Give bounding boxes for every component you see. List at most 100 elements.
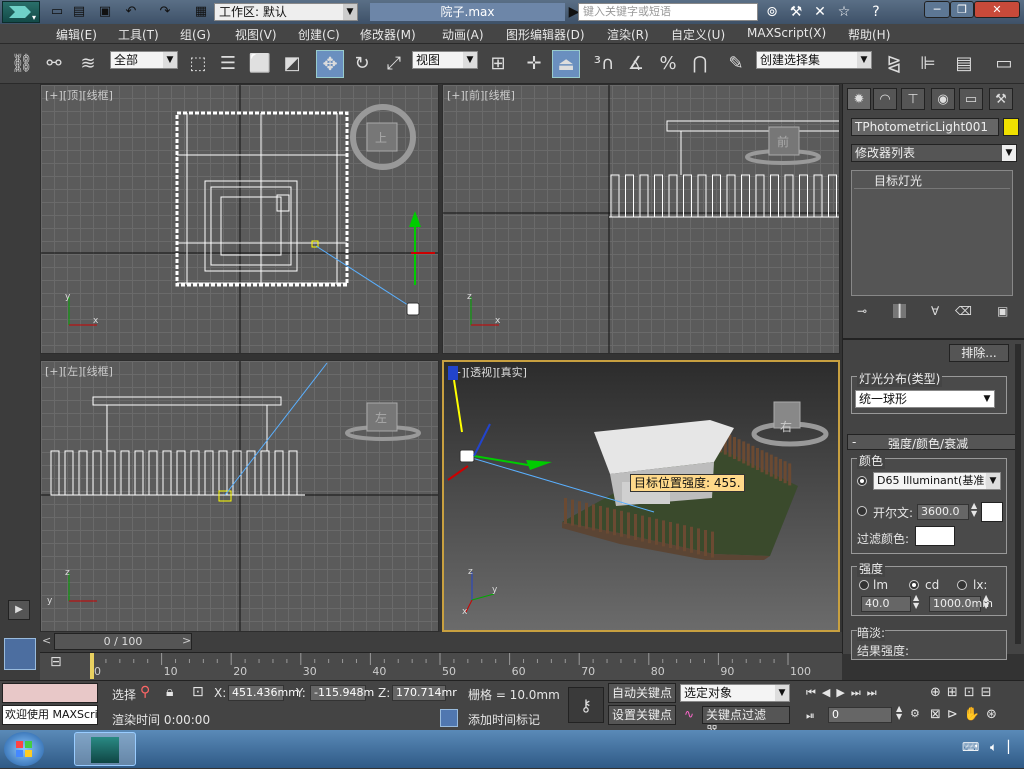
layer-manager-icon[interactable]: ▤ <box>950 50 978 78</box>
menu-group[interactable]: 组(G) <box>180 26 211 43</box>
auto-key-button[interactable]: 自动关键点 <box>608 683 676 703</box>
tab-create-icon[interactable]: ✹ <box>847 88 871 110</box>
menu-rendering[interactable]: 渲染(R) <box>607 26 649 43</box>
menu-tools[interactable]: 工具(T) <box>118 26 159 43</box>
pivot-center-icon[interactable]: ⊞ <box>484 50 512 78</box>
unlink-icon[interactable]: ⚯ <box>40 50 68 78</box>
angle-snap-icon[interactable]: ∡ <box>622 50 650 78</box>
menu-create[interactable]: 创建(C) <box>298 26 340 43</box>
time-tag-icon[interactable] <box>440 709 458 727</box>
window-crossing-icon[interactable]: ◩ <box>278 50 306 78</box>
align-icon[interactable]: ⊫ <box>914 50 942 78</box>
panel-scrollbar[interactable] <box>1015 344 1021 644</box>
app-logo-button[interactable]: ▾ <box>2 1 40 23</box>
cd-radio[interactable] <box>909 580 919 590</box>
color-preset-select[interactable]: D65 Illuminant(基准白 ▼ <box>873 472 1001 490</box>
menu-edit[interactable]: 编辑(E) <box>56 26 97 43</box>
viewport-top[interactable]: [+][顶][线框] y x 上 <box>40 84 439 354</box>
show-end-result-icon[interactable]: ┃ <box>893 304 907 318</box>
select-rotate-icon[interactable]: ↻ <box>348 50 376 78</box>
z-coord-field[interactable]: 170.714mr <box>392 685 457 701</box>
minimize-button[interactable]: ─ <box>924 1 950 18</box>
set-key-button[interactable]: 设置关键点 <box>608 705 676 725</box>
communication-icon[interactable]: ✕ <box>810 3 830 21</box>
volume-tray-icon[interactable]: 🔈︎ <box>990 740 997 755</box>
filter-color-swatch[interactable] <box>915 526 955 546</box>
key-filters-button[interactable]: 关键点过滤器... <box>702 706 790 738</box>
remove-modifier-icon[interactable]: ⌫ <box>955 304 972 318</box>
link-icon[interactable]: ⛓ <box>8 50 36 78</box>
time-prev-arrow-icon[interactable]: < <box>42 634 54 650</box>
frame-spinner-icon[interactable]: ▲ ▼ <box>896 705 902 721</box>
key-mode-toggle-icon[interactable]: ⏯ <box>806 709 815 723</box>
open-file-icon[interactable]: ▤ <box>70 3 88 21</box>
key-mode-select[interactable]: 选定对象 ▼ <box>680 684 790 702</box>
stack-item-target-light[interactable]: 目标灯光 <box>854 173 1010 189</box>
ref-coord-select[interactable]: 视图 ▼ <box>412 51 478 69</box>
menu-views[interactable]: 视图(V) <box>235 26 277 43</box>
y-coord-field[interactable]: -115.948m <box>310 685 374 701</box>
tab-display-icon[interactable]: ▭ <box>959 88 983 110</box>
undo-icon[interactable]: ↶ <box>122 3 140 21</box>
viewport-left[interactable]: [+][左][线框] z y 左 <box>40 360 439 632</box>
navigation-controls-icon[interactable]: ⊠⊳✋⊛ <box>930 707 1003 722</box>
maxscript-listener-mini[interactable] <box>2 683 98 703</box>
start-button[interactable] <box>4 732 44 766</box>
playback-controls-icon[interactable]: ⏮◀▶⏭⏭ <box>806 686 883 700</box>
object-color-swatch[interactable] <box>1003 118 1019 136</box>
lm-radio[interactable] <box>859 580 869 590</box>
expand-play-icon[interactable]: ▶ <box>8 600 30 620</box>
add-time-tag-button[interactable]: 添加时间标记 <box>468 711 540 728</box>
save-icon[interactable]: ▣ <box>96 3 114 21</box>
close-button[interactable]: ✕ <box>974 1 1020 18</box>
redo-icon[interactable]: ↷ <box>156 3 174 21</box>
keyboard-tray-icon[interactable]: ⌨ <box>962 740 979 754</box>
edit-named-selection-icon[interactable]: ✎ <box>722 50 750 78</box>
favorites-star-icon[interactable]: ☆ <box>834 3 854 21</box>
isolate-icon[interactable]: ⚲ <box>140 684 150 700</box>
exclude-button[interactable]: 排除... <box>949 344 1009 362</box>
menu-help[interactable]: 帮助(H) <box>848 26 890 43</box>
tab-utilities-icon[interactable]: ⚒ <box>989 88 1013 110</box>
color-preset-radio[interactable] <box>857 476 867 486</box>
menu-animation[interactable]: 动画(A) <box>442 26 484 43</box>
x-coord-field[interactable]: 451.436mm <box>228 685 299 701</box>
key-tangent-icon[interactable]: ∿ <box>684 707 694 721</box>
select-manipulate-icon[interactable]: ✛ <box>520 50 548 78</box>
tab-modify-icon[interactable]: ◠ <box>873 88 897 110</box>
welcome-message[interactable]: 欢迎使用 MAXScri <box>2 705 98 725</box>
kelvin-radio[interactable] <box>857 506 867 516</box>
menu-customize[interactable]: 自定义(U) <box>671 26 725 43</box>
modifier-list-select[interactable]: 修改器列表 ▼ <box>851 144 1017 162</box>
intensity-spinner-icon[interactable]: ▲ ▼ <box>913 594 919 610</box>
intensity-rollout-header[interactable]: - 强度/颜色/衰减 <box>847 434 1021 451</box>
viewport-front[interactable]: [+][前][线框] z x 前 <box>442 84 840 354</box>
bind-space-warp-icon[interactable]: ≋ <box>74 50 102 78</box>
time-config-icon[interactable]: ⚙ <box>910 707 920 720</box>
tab-hierarchy-icon[interactable]: ⊤ <box>901 88 925 110</box>
spinner-snap-icon[interactable]: ⋂ <box>686 50 714 78</box>
viewport-perspective[interactable]: [+][透视][真实] z y x 右 目标位置强度: 455. <box>442 360 840 632</box>
lx-distance-field[interactable]: 1000.0mm <box>929 596 993 612</box>
time-slider-thumb[interactable]: 0 / 100 <box>54 633 192 650</box>
viewcube-top[interactable]: 上 <box>375 129 387 146</box>
select-object-icon[interactable]: ⬚ <box>184 50 212 78</box>
kelvin-color-swatch[interactable] <box>981 502 1003 522</box>
pin-stack-icon[interactable]: ⊸ <box>857 304 867 318</box>
mini-curve-editor-icon[interactable]: ⊟ <box>50 654 72 676</box>
configure-sets-icon[interactable]: ▣ <box>997 304 1008 318</box>
named-selection-set-select[interactable]: 创建选择集 ▼ <box>756 51 872 69</box>
keyboard-shortcut-override-icon[interactable]: ⏏ <box>552 50 580 78</box>
select-by-name-icon[interactable]: ☰ <box>214 50 242 78</box>
lx-spinner-icon[interactable]: ▲ ▼ <box>983 594 989 610</box>
viewcube-left[interactable]: 左 <box>375 409 387 426</box>
snaps-toggle-icon[interactable]: ³∩ <box>590 50 618 78</box>
time-next-arrow-icon[interactable]: > <box>182 634 194 650</box>
track-bar[interactable]: 0 10 20 30 40 50 60 70 80 90 100 <box>40 652 842 680</box>
restore-button[interactable]: ❐ <box>950 1 974 18</box>
help-icon[interactable]: ? <box>866 3 886 21</box>
select-scale-icon[interactable]: ⤢ <box>380 50 408 78</box>
show-desktop-icon[interactable]: ▏ <box>1008 740 1017 754</box>
intensity-value-field[interactable]: 40.0 <box>861 596 911 612</box>
taskbar-3dsmax-button[interactable] <box>74 732 136 766</box>
